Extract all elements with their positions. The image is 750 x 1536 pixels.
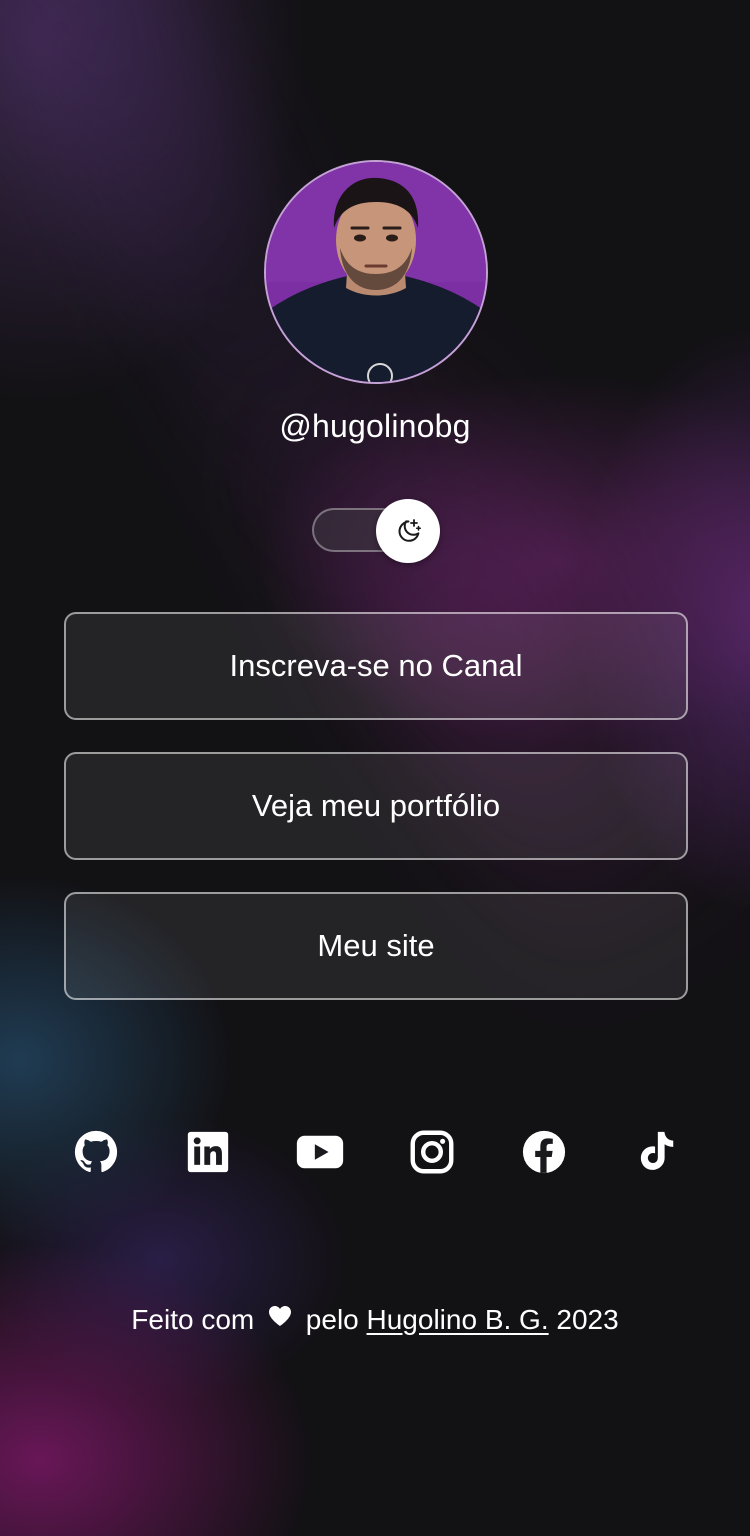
github-icon <box>74 1130 118 1173</box>
footer-middle: pelo <box>305 1304 359 1335</box>
linkedin-icon <box>187 1131 229 1173</box>
facebook-link[interactable] <box>520 1128 568 1176</box>
my-site-button[interactable]: Meu site <box>64 892 688 1000</box>
footer: Feito com pelo Hugolino B. G. 2023 <box>0 1302 750 1336</box>
tiktok-icon <box>640 1131 674 1170</box>
youtube-link[interactable] <box>296 1128 344 1176</box>
theme-toggle-knob[interactable] <box>376 499 440 563</box>
username: @hugolinobg <box>279 408 471 444</box>
portfolio-button[interactable]: Veja meu portfólio <box>64 752 688 860</box>
subscribe-channel-button[interactable]: Inscreva-se no Canal <box>64 612 688 720</box>
linkedin-link[interactable] <box>184 1128 232 1176</box>
link-page: @hugolinobg Inscreva-se no Canal Veja me… <box>0 0 750 1536</box>
heart-icon <box>268 1302 292 1334</box>
instagram-link[interactable] <box>408 1128 456 1176</box>
facebook-icon <box>522 1130 566 1174</box>
avatar <box>264 160 488 384</box>
footer-year: 2023 <box>556 1304 619 1335</box>
tiktok-link[interactable] <box>632 1128 680 1176</box>
avatar-portrait <box>266 162 486 382</box>
footer-author-link[interactable]: Hugolino B. G. <box>367 1304 549 1335</box>
instagram-icon <box>410 1130 454 1174</box>
moon-stars-icon <box>398 519 422 542</box>
youtube-icon <box>296 1135 344 1169</box>
footer-prefix: Feito com <box>131 1304 255 1335</box>
github-link[interactable] <box>72 1128 120 1176</box>
